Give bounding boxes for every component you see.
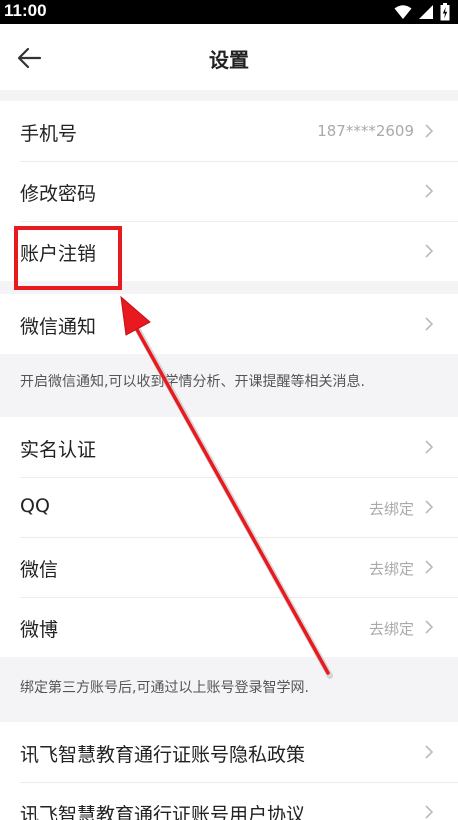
identity-group: 实名认证 QQ 去绑定 微信 去绑定 微博 去绑定: [0, 417, 458, 657]
chevron-right-icon: [425, 805, 434, 819]
qq-bind-value: 去绑定: [368, 500, 414, 518]
user-agreement-label: 讯飞智慧教育通行证账号用户协议: [20, 804, 306, 820]
status-time: 11:00: [4, 1, 47, 20]
battery-icon: [440, 3, 450, 21]
policy-group: 讯飞智慧教育通行证账号隐私政策 讯飞智慧教育通行证账号用户协议: [0, 722, 458, 820]
account-cancel-row[interactable]: 账户注销: [0, 221, 458, 281]
chevron-right-icon: [425, 745, 434, 759]
chevron-right-icon: [425, 317, 434, 331]
phone-label: 手机号: [20, 123, 78, 145]
privacy-policy-label: 讯飞智慧教育通行证账号隐私政策: [20, 744, 306, 766]
phone-row[interactable]: 手机号 187****2609: [0, 101, 458, 161]
privacy-policy-row[interactable]: 讯飞智慧教育通行证账号隐私政策: [0, 722, 458, 782]
weibo-row[interactable]: 微博 去绑定: [0, 597, 458, 657]
chevron-right-icon: [425, 244, 434, 258]
weibo-bind-value: 去绑定: [368, 620, 414, 638]
user-agreement-row[interactable]: 讯飞智慧教育通行证账号用户协议: [0, 782, 458, 820]
chevron-right-icon: [425, 184, 434, 198]
status-icons: [394, 3, 450, 21]
chevron-right-icon: [425, 620, 434, 634]
wechat-note: 开启微信通知,可以收到学情分析、开课提醒等相关消息.: [20, 374, 365, 390]
signal-icon: [419, 5, 433, 19]
weibo-label: 微博: [20, 619, 59, 641]
status-bar: 11:00: [0, 0, 458, 24]
real-name-label: 实名认证: [20, 439, 97, 461]
page-title: 设置: [209, 48, 249, 72]
change-password-label: 修改密码: [20, 183, 97, 205]
phone-value: 187****2609: [317, 122, 414, 140]
wechat-notify-group: 微信通知: [0, 294, 458, 354]
chevron-right-icon: [425, 560, 434, 574]
qq-label: QQ: [20, 495, 50, 517]
chevron-right-icon: [425, 124, 434, 138]
bind-note: 绑定第三方账号后,可通过以上账号登录智学网.: [20, 680, 309, 696]
header: 设置: [0, 24, 458, 90]
wechat-bind-value: 去绑定: [368, 560, 414, 578]
chevron-right-icon: [425, 440, 434, 454]
qq-row[interactable]: QQ 去绑定: [0, 477, 458, 537]
wechat-notify-row[interactable]: 微信通知: [0, 294, 458, 354]
change-password-row[interactable]: 修改密码: [0, 161, 458, 221]
wechat-row[interactable]: 微信 去绑定: [0, 537, 458, 597]
wifi-icon: [394, 5, 412, 19]
account-cancel-label: 账户注销: [20, 243, 97, 265]
wechat-label: 微信: [20, 559, 59, 581]
chevron-right-icon: [425, 500, 434, 514]
account-group: 手机号 187****2609 修改密码 账户注销: [0, 101, 458, 281]
real-name-row[interactable]: 实名认证: [0, 417, 458, 477]
wechat-notify-label: 微信通知: [20, 316, 97, 338]
